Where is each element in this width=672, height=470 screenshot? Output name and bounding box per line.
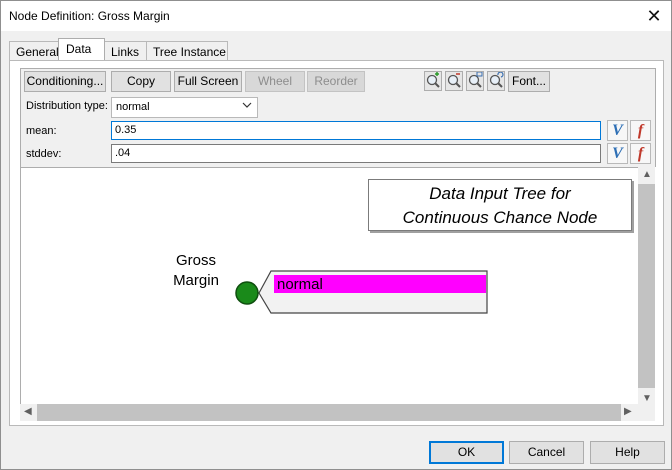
horizontal-scroll-thumb[interactable] [37, 404, 621, 421]
zoom-out-glyph [447, 73, 461, 88]
tab-links[interactable]: Links [104, 41, 147, 60]
copy-button[interactable]: Copy [111, 71, 171, 92]
info-line-2: Continuous Chance Node [402, 208, 598, 227]
info-line-1: Data Input Tree for [429, 184, 571, 203]
scroll-corner [638, 404, 655, 421]
font-button[interactable]: Font... [508, 71, 550, 92]
branch-label: normal [277, 276, 323, 293]
zoom-in-glyph [426, 72, 440, 88]
distribution-type-select[interactable]: normal [111, 97, 258, 118]
node-label: Gross Margin [161, 251, 231, 291]
zoom-in-icon[interactable] [424, 71, 442, 91]
cancel-button[interactable]: Cancel [509, 441, 584, 464]
node-label-line-1: Gross [175, 252, 216, 269]
scroll-down-icon[interactable]: ▼ [642, 393, 652, 404]
tab-label: General [16, 45, 59, 59]
window-title: Node Definition: Gross Margin [9, 9, 170, 23]
tab-label: Tree Instance [153, 45, 226, 59]
scroll-up-icon[interactable]: ▲ [642, 169, 652, 180]
stddev-value: .04 [115, 147, 131, 159]
full-screen-button[interactable]: Full Screen [174, 71, 242, 92]
conditioning-button[interactable]: Conditioning... [24, 71, 106, 92]
stddev-input[interactable]: .04 [111, 144, 601, 163]
tab-data[interactable]: Data [58, 38, 105, 60]
vertical-scroll-thumb[interactable] [638, 184, 655, 388]
close-icon[interactable]: ✕ [643, 5, 665, 27]
mean-value-button[interactable]: V [607, 120, 628, 141]
title-bar: Node Definition: Gross Margin ✕ [1, 1, 671, 31]
tab-label: Data [66, 42, 92, 56]
tab-label: Links [111, 45, 140, 59]
zoom-reset-icon[interactable] [487, 71, 505, 91]
chance-node-circle[interactable] [235, 281, 259, 305]
vertical-scrollbar[interactable]: ▲ ▼ [638, 167, 655, 407]
ok-button[interactable]: OK [429, 441, 504, 464]
chevron-down-icon [242, 100, 252, 113]
help-button[interactable]: Help [590, 441, 665, 464]
stddev-value-button[interactable]: V [607, 143, 628, 164]
chance-node-graphic [235, 270, 488, 314]
zoom-fit-icon[interactable] [466, 71, 484, 91]
wheel-button[interactable]: Wheel [245, 71, 305, 92]
distribution-type-value: normal [116, 101, 150, 113]
zoom-fit-glyph [468, 71, 483, 88]
tab-general[interactable]: General [9, 41, 59, 60]
info-box: Data Input Tree for Continuous Chance No… [368, 179, 632, 231]
scroll-right-icon[interactable]: ▶ [624, 406, 632, 417]
scroll-left-icon[interactable]: ◀ [24, 406, 32, 417]
stddev-label: stddev: [26, 148, 62, 160]
reorder-button[interactable]: Reorder [307, 71, 365, 92]
stddev-function-button[interactable]: f [630, 143, 651, 164]
mean-value: 0.35 [115, 124, 137, 136]
dialog-window: Node Definition: Gross Margin ✕ General … [0, 0, 672, 470]
zoom-out-icon[interactable] [445, 71, 463, 91]
zoom-reset-glyph [489, 71, 504, 88]
tab-tree-instance[interactable]: Tree Instance [146, 41, 228, 60]
mean-function-button[interactable]: f [630, 120, 651, 141]
mean-label: mean: [26, 125, 57, 137]
node-label-line-2: Margin [173, 272, 219, 289]
mean-input[interactable]: 0.35 [111, 121, 601, 140]
horizontal-scrollbar[interactable]: ◀ ▶ [20, 404, 638, 421]
distribution-type-label: Distribution type: [26, 100, 108, 112]
